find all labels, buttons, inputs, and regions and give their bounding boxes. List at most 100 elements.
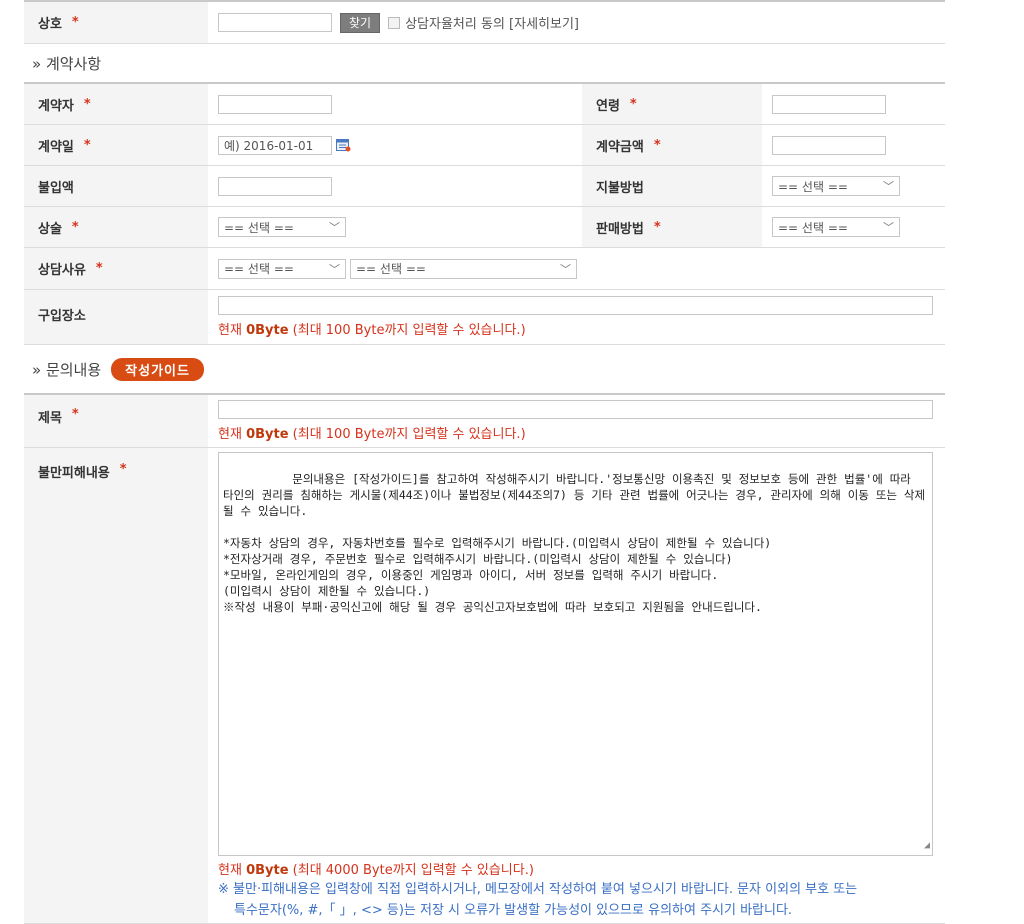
place-label: 구입장소 (38, 309, 86, 324)
form-container: 상호 * 찾기 상담자율처리 동의 [자세히보기] » 계약사항 계약자 * 연… (24, 0, 945, 924)
sales-method-select[interactable]: == 선택 == ﹀ (772, 217, 900, 237)
subject-label: 제목 (38, 411, 62, 426)
place-input[interactable] (218, 296, 933, 315)
sales-method-selected: == 선택 == (778, 220, 848, 235)
contractor-row: 계약자 * 연령 * (24, 84, 945, 125)
subject-label-cell: 제목 * (24, 395, 208, 447)
age-label-cell: 연령 * (582, 84, 762, 124)
product-row: 상술 * == 선택 == ﹀ 판매방법 * == 선택 == ﹀ (24, 207, 945, 248)
counter-value: 0Byte (246, 863, 289, 878)
complaint-row: 불만피해내용 * 문의내용은 [작성가이드]를 참고하여 작성해주시기 바랍니다… (24, 448, 945, 924)
amount-input[interactable] (772, 135, 886, 155)
contractor-value-cell (208, 84, 582, 124)
consent-checkbox[interactable] (388, 16, 401, 29)
counter-suffix: (최대 100 Byte까지 입력할 수 있습니다.) (288, 323, 526, 338)
contract-section-title: » 계약사항 (24, 44, 945, 82)
complaint-notice-line1: ※ 불만·피해내용은 입력창에 직접 입력하시거나, 메모장에서 작성하여 붙여… (218, 882, 858, 897)
amount-value-cell (762, 125, 945, 165)
complaint-byte-counter: 현재 0Byte (최대 4000 Byte까지 입력할 수 있습니다.) (218, 859, 534, 878)
required-mark: * (71, 407, 79, 422)
required-mark: * (653, 219, 661, 235)
place-row: 구입장소 현재 0Byte (최대 100 Byte까지 입력할 수 있습니다.… (24, 290, 945, 345)
chevron-down-icon: ﹀ (329, 262, 340, 276)
required-mark: * (71, 219, 79, 235)
subject-input[interactable] (218, 400, 933, 419)
unpaid-label: 불입액 (38, 180, 74, 196)
inquiry-table: 제목 * 현재 0Byte (최대 100 Byte까지 입력할 수 있습니다.… (24, 393, 945, 924)
reason-selected-primary: == 선택 == (224, 262, 294, 276)
counter-suffix: (최대 4000 Byte까지 입력할 수 있습니다.) (288, 863, 534, 878)
product-selected: == 선택 == (224, 220, 294, 235)
chevron-down-icon: ﹀ (883, 180, 894, 193)
payment-method-select[interactable]: == 선택 == ﹀ (772, 176, 900, 196)
chevron-down-icon: ﹀ (329, 221, 340, 234)
writing-guide-button[interactable]: 작성가이드 (111, 357, 204, 381)
required-mark: * (83, 96, 91, 112)
contract-date-input[interactable]: 예) 2016-01-01 (218, 135, 332, 155)
place-label-cell: 구입장소 (24, 290, 208, 344)
resize-handle-icon[interactable]: ◢ (924, 838, 930, 854)
product-value-cell: == 선택 == ﹀ (208, 207, 582, 247)
chevron-down-icon: ﹀ (883, 221, 894, 234)
contract-table: 계약자 * 연령 * 계약일 * 예) 2016-01-01 계약금액 * 불입… (24, 82, 945, 345)
contract-date-value-cell: 예) 2016-01-01 (208, 125, 582, 165)
complaint-label: 불만피해내용 (38, 466, 110, 481)
reason-row: 상담사유 * == 선택 == ﹀ == 선택 == ﹀ (24, 248, 945, 290)
amount-label-cell: 계약금액 * (582, 125, 762, 165)
complaint-value-cell: 문의내용은 [작성가이드]를 참고하여 작성해주시기 바랍니다.'정보통신망 이… (208, 448, 945, 923)
payment-method-selected: == 선택 == (778, 179, 848, 194)
amount-label: 계약금액 (596, 139, 644, 155)
unpaid-label-cell: 불입액 (24, 166, 208, 206)
counter-prefix: 현재 (218, 323, 247, 338)
reason-select-secondary[interactable]: == 선택 == ﹀ (350, 258, 577, 279)
consent-label[interactable]: 상담자율처리 동의 [자세히보기] (405, 13, 579, 32)
shop-row: 상호 * 찾기 상담자율처리 동의 [자세히보기] (24, 2, 945, 44)
place-byte-counter: 현재 0Byte (최대 100 Byte까지 입력할 수 있습니다.) (218, 319, 526, 338)
age-value-cell (762, 84, 945, 124)
find-button[interactable]: 찾기 (340, 12, 381, 33)
required-mark: * (71, 15, 79, 30)
chevron-down-icon: ﹀ (560, 262, 571, 276)
contractor-input[interactable] (218, 94, 332, 114)
complaint-label-cell: 불만피해내용 * (24, 448, 208, 923)
sales-method-label: 판매방법 (596, 221, 644, 237)
subject-row: 제목 * 현재 0Byte (최대 100 Byte까지 입력할 수 있습니다.… (24, 395, 945, 448)
counter-prefix: 현재 (218, 863, 247, 878)
inquiry-section-title: » 문의내용 작성가이드 (24, 345, 945, 393)
unpaid-input[interactable] (218, 176, 332, 196)
shop-label-cell: 상호 * (24, 2, 208, 43)
age-label: 연령 (596, 98, 620, 114)
product-select[interactable]: == 선택 == ﹀ (218, 217, 346, 237)
required-mark: * (629, 96, 637, 112)
complaint-textarea-content: 문의내용은 [작성가이드]를 참고하여 작성해주시기 바랍니다.'정보통신망 이… (223, 472, 926, 614)
shop-label: 상호 (38, 17, 62, 32)
shop-table: 상호 * 찾기 상담자율처리 동의 [자세히보기] (24, 0, 945, 44)
payment-method-label-cell: 지불방법 (582, 166, 762, 206)
contract-section-title-text: » 계약사항 (32, 54, 102, 73)
shop-input[interactable] (218, 13, 332, 32)
reason-select-primary[interactable]: == 선택 == ﹀ (218, 258, 346, 279)
reason-label: 상담사유 (38, 263, 86, 278)
contract-date-label-cell: 계약일 * (24, 125, 208, 165)
reason-selected-secondary: == 선택 == (356, 262, 426, 276)
required-mark: * (83, 137, 91, 153)
complaint-notice-line2: 특수문자(%, #,「 」, <> 등)는 저장 시 오류가 발생할 가능성이 … (234, 903, 793, 918)
sales-method-value-cell: == 선택 == ﹀ (762, 207, 945, 247)
shop-value-cell: 찾기 상담자율처리 동의 [자세히보기] (208, 2, 945, 43)
calendar-icon[interactable] (336, 138, 351, 152)
subject-byte-counter: 현재 0Byte (최대 100 Byte까지 입력할 수 있습니다.) (218, 423, 526, 442)
counter-prefix: 현재 (218, 427, 247, 442)
contractor-label: 계약자 (38, 98, 74, 114)
inquiry-section-title-text: » 문의내용 (32, 360, 102, 379)
required-mark: * (119, 462, 127, 477)
counter-value: 0Byte (246, 427, 289, 442)
payment-method-value-cell: == 선택 == ﹀ (762, 166, 945, 206)
reason-value-cell: == 선택 == ﹀ == 선택 == ﹀ (208, 248, 945, 289)
product-label: 상술 (38, 221, 62, 237)
age-input[interactable] (772, 94, 886, 114)
subject-value-cell: 현재 0Byte (최대 100 Byte까지 입력할 수 있습니다.) (208, 395, 945, 447)
complaint-textarea[interactable]: 문의내용은 [작성가이드]를 참고하여 작성해주시기 바랍니다.'정보통신망 이… (218, 452, 933, 856)
contractor-label-cell: 계약자 * (24, 84, 208, 124)
place-value-cell: 현재 0Byte (최대 100 Byte까지 입력할 수 있습니다.) (208, 290, 945, 344)
required-mark: * (95, 261, 103, 276)
